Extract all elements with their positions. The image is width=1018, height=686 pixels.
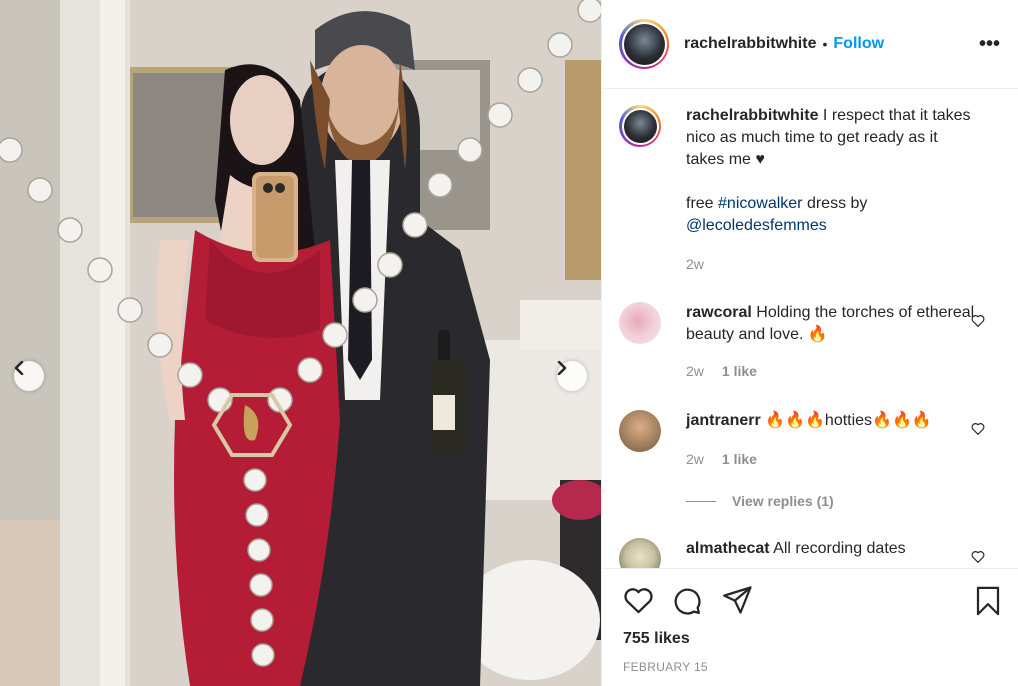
mention-link[interactable]: @lecoledesfemmes — [686, 217, 827, 234]
author-avatar[interactable] — [619, 19, 669, 69]
comment-text: 🔥🔥🔥hotties🔥🔥🔥 — [760, 412, 932, 429]
comment-heart-icon[interactable] — [971, 550, 985, 563]
comment-likes[interactable]: 1 like — [722, 448, 757, 470]
comment-username[interactable]: almathecat — [686, 540, 770, 557]
chevron-right-icon — [557, 361, 567, 375]
comment-time[interactable]: 2w — [686, 360, 704, 382]
mirror-selfie-image — [0, 0, 601, 686]
comment-body: rawcoral Holding the torches of ethereal… — [686, 302, 976, 382]
post-photo[interactable] — [0, 0, 601, 686]
post-header: rachelrabbitwhite • Follow ••• — [602, 0, 1018, 89]
caption-text-2: free — [686, 195, 719, 212]
caption-meta: 2w — [686, 253, 976, 275]
view-replies-button[interactable]: View replies (1) — [686, 493, 834, 509]
comment-username[interactable]: jantranerr — [686, 412, 761, 429]
separator-dot: • — [822, 36, 828, 52]
commenter-avatar[interactable] — [619, 538, 661, 568]
comment-username[interactable]: rawcoral — [686, 304, 752, 321]
hashtag-link[interactable]: #nicowalker — [718, 195, 802, 212]
comment-body: almathecat All recording dates — [686, 538, 976, 560]
chevron-left-icon — [14, 361, 24, 375]
author-username[interactable]: rachelrabbitwhite — [684, 35, 816, 53]
bookmark-icon[interactable] — [975, 586, 1001, 616]
post-date[interactable]: FEBRUARY 15 — [623, 660, 708, 674]
carousel-prev-button[interactable] — [14, 361, 44, 391]
more-options-icon[interactable]: ••• — [979, 34, 1000, 54]
carousel-next-button[interactable] — [557, 361, 587, 391]
caption-time[interactable]: 2w — [686, 253, 704, 275]
paper-plane-icon[interactable] — [723, 586, 753, 614]
caption-body: rachelrabbitwhite I respect that it take… — [686, 105, 976, 275]
comment-heart-icon[interactable] — [971, 314, 985, 327]
commenter-avatar[interactable] — [619, 302, 661, 344]
comment-text: All recording dates — [769, 540, 906, 557]
replies-line — [686, 500, 716, 502]
caption-text-3: dress by — [802, 195, 868, 212]
caption-username[interactable]: rachelrabbitwhite — [686, 107, 818, 124]
comment-body: jantranerr 🔥🔥🔥hotties🔥🔥🔥 2w 1 like — [686, 410, 976, 470]
comments-list[interactable]: rachelrabbitwhite I respect that it take… — [602, 90, 1018, 568]
avatar-image — [623, 23, 665, 65]
comment-meta: 2w 1 like — [686, 448, 976, 470]
comment-likes[interactable]: 1 like — [722, 360, 757, 382]
follow-button[interactable]: Follow — [833, 35, 884, 53]
post-side-panel: rachelrabbitwhite • Follow ••• rachelrab… — [601, 0, 1018, 686]
comment-time[interactable]: 2w — [686, 448, 704, 470]
comment-heart-icon[interactable] — [971, 422, 985, 435]
comment-meta: 2w 1 like — [686, 360, 976, 382]
commenter-avatar[interactable] — [619, 410, 661, 452]
likes-count[interactable]: 755 likes — [623, 630, 690, 648]
heart-icon[interactable] — [623, 586, 654, 614]
comment-icon[interactable] — [672, 586, 702, 616]
view-replies-label: View replies (1) — [732, 493, 834, 509]
caption-avatar[interactable] — [619, 105, 661, 147]
